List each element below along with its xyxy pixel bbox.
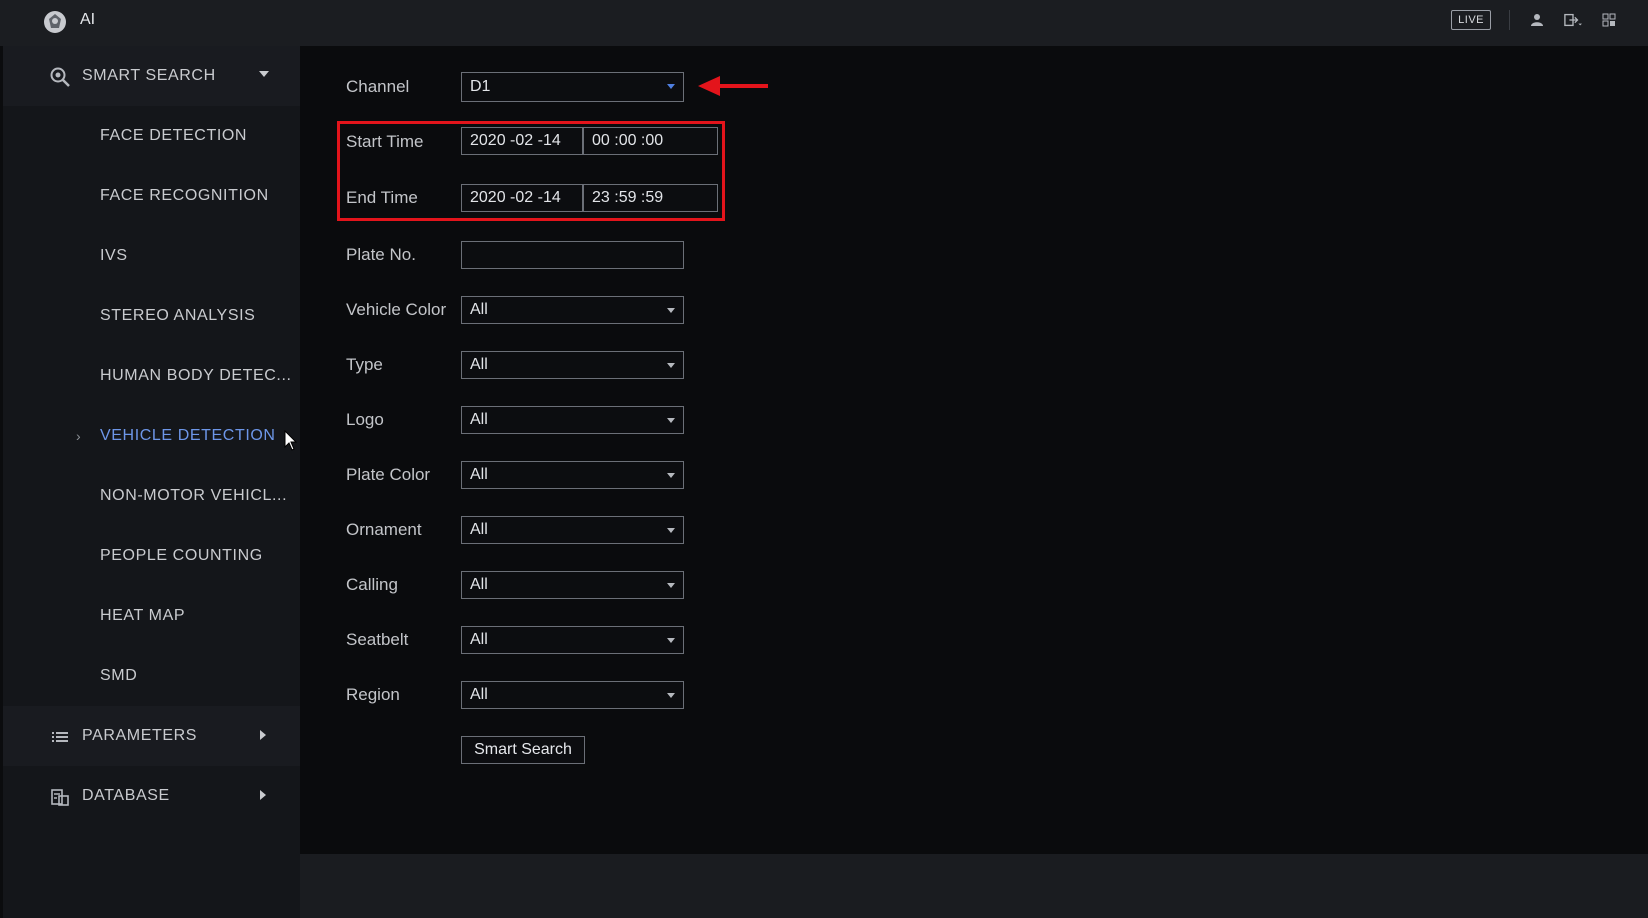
- sidebar-item-label: STEREO ANALYSIS: [100, 307, 256, 324]
- sidebar-smart-search[interactable]: SMART SEARCH: [3, 46, 300, 106]
- region-value: All: [470, 686, 488, 703]
- ai-logo-icon: [44, 11, 66, 33]
- sidebar-parameters-label: PARAMETERS: [82, 727, 198, 744]
- database-icon: [51, 789, 69, 806]
- sidebar-item-label: HUMAN BODY DETEC...: [100, 367, 292, 384]
- caret-down-icon: [259, 71, 269, 77]
- smart-search-button[interactable]: Smart Search: [461, 736, 585, 764]
- sidebar-item-vehicle-detection[interactable]: › VEHICLE DETECTION: [3, 406, 300, 466]
- type-label: Type: [346, 355, 383, 374]
- plate-color-label: Plate Color: [346, 465, 431, 484]
- sidebar-item-label: FACE RECOGNITION: [100, 187, 269, 204]
- dropdown-arrow-icon: [667, 583, 675, 588]
- plate-color-value: All: [470, 466, 488, 483]
- sidebar-item-label: HEAT MAP: [100, 607, 186, 624]
- channel-select[interactable]: D1: [461, 72, 684, 102]
- sidebar-item-label: FACE DETECTION: [100, 127, 248, 144]
- vehicle-color-label: Vehicle Color: [346, 300, 447, 319]
- calling-value: All: [470, 576, 488, 593]
- channel-label: Channel: [346, 77, 410, 96]
- start-time-value: 00 :00 :00: [592, 132, 664, 149]
- sidebar-item-face-detection[interactable]: FACE DETECTION: [3, 106, 300, 166]
- sidebar-item-label: PEOPLE COUNTING: [100, 547, 263, 564]
- sidebar: SMART SEARCH FACE DETECTION FACE RECOGNI…: [3, 46, 300, 918]
- sidebar-database[interactable]: DATABASE: [3, 766, 300, 826]
- dropdown-arrow-icon: [667, 473, 675, 478]
- sidebar-parameters[interactable]: PARAMETERS: [3, 706, 300, 766]
- type-select[interactable]: All: [461, 351, 684, 379]
- sidebar-item-label: SMD: [100, 667, 138, 684]
- sidebar-item-human-body-detection[interactable]: HUMAN BODY DETEC...: [3, 346, 300, 406]
- ornament-label: Ornament: [346, 520, 422, 539]
- smart-search-icon: [50, 67, 70, 87]
- type-value: All: [470, 356, 488, 373]
- user-icon[interactable]: [1528, 11, 1546, 29]
- dropdown-arrow-icon: [667, 84, 675, 89]
- region-select[interactable]: All: [461, 681, 684, 709]
- caret-right-icon: [260, 790, 266, 800]
- top-toolbar: LIVE: [1451, 10, 1618, 30]
- app-title: AI: [80, 11, 96, 28]
- top-bar: AI LIVE: [0, 0, 1648, 46]
- toolbar-divider: [1509, 10, 1510, 30]
- region-label: Region: [346, 685, 400, 704]
- plate-color-select[interactable]: All: [461, 461, 684, 489]
- vehicle-color-select[interactable]: All: [461, 296, 684, 324]
- dropdown-arrow-icon: [667, 363, 675, 368]
- sidebar-item-face-recognition[interactable]: FACE RECOGNITION: [3, 166, 300, 226]
- end-time-label: End Time: [346, 188, 418, 207]
- ornament-value: All: [470, 521, 488, 538]
- start-date-input[interactable]: 2020 -02 -14: [461, 127, 583, 155]
- dropdown-arrow-icon: [667, 638, 675, 643]
- ornament-select[interactable]: All: [461, 516, 684, 544]
- end-time-value: 23 :59 :59: [592, 189, 664, 206]
- plate-no-label: Plate No.: [346, 245, 416, 264]
- start-time-label: Start Time: [346, 132, 424, 151]
- sidebar-item-non-motor-vehicle[interactable]: NON-MOTOR VEHICL...: [3, 466, 300, 526]
- logo-select[interactable]: All: [461, 406, 684, 434]
- sidebar-item-stereo-analysis[interactable]: STEREO ANALYSIS: [3, 286, 300, 346]
- caret-right-icon: [260, 730, 266, 740]
- annotation-arrow-icon: [698, 76, 768, 96]
- chevron-right-icon: ›: [76, 428, 81, 444]
- grid-icon[interactable]: [1600, 11, 1618, 29]
- sidebar-smart-search-label: SMART SEARCH: [82, 67, 216, 84]
- list-icon: [52, 732, 68, 742]
- sidebar-item-ivs[interactable]: IVS: [3, 226, 300, 286]
- sidebar-item-label: IVS: [100, 247, 128, 264]
- sidebar-item-heat-map[interactable]: HEAT MAP: [3, 586, 300, 646]
- end-date-input[interactable]: 2020 -02 -14: [461, 184, 583, 212]
- dropdown-arrow-icon: [667, 418, 675, 423]
- vehicle-color-value: All: [470, 301, 488, 318]
- seatbelt-value: All: [470, 631, 488, 648]
- start-time-input[interactable]: 00 :00 :00: [583, 127, 718, 155]
- dropdown-arrow-icon: [667, 528, 675, 533]
- sidebar-item-smd[interactable]: SMD: [3, 646, 300, 706]
- calling-label: Calling: [346, 575, 398, 594]
- channel-value: D1: [470, 78, 491, 95]
- bottom-bar: [300, 854, 1648, 918]
- dropdown-arrow-icon: [667, 308, 675, 313]
- calling-select[interactable]: All: [461, 571, 684, 599]
- seatbelt-label: Seatbelt: [346, 630, 409, 649]
- end-time-input[interactable]: 23 :59 :59: [583, 184, 718, 212]
- logout-icon[interactable]: [1564, 11, 1582, 29]
- sidebar-item-label: VEHICLE DETECTION: [100, 427, 276, 444]
- logo-value: All: [470, 411, 488, 428]
- plate-no-input[interactable]: [461, 241, 684, 269]
- sidebar-item-people-counting[interactable]: PEOPLE COUNTING: [3, 526, 300, 586]
- live-button[interactable]: LIVE: [1451, 10, 1491, 30]
- sidebar-item-label: NON-MOTOR VEHICL...: [100, 487, 288, 504]
- dropdown-arrow-icon: [667, 693, 675, 698]
- end-date-value: 2020 -02 -14: [470, 189, 561, 206]
- seatbelt-select[interactable]: All: [461, 626, 684, 654]
- logo-label: Logo: [346, 410, 384, 429]
- mouse-cursor-icon: [284, 430, 298, 451]
- start-date-value: 2020 -02 -14: [470, 132, 561, 149]
- sidebar-database-label: DATABASE: [82, 787, 170, 804]
